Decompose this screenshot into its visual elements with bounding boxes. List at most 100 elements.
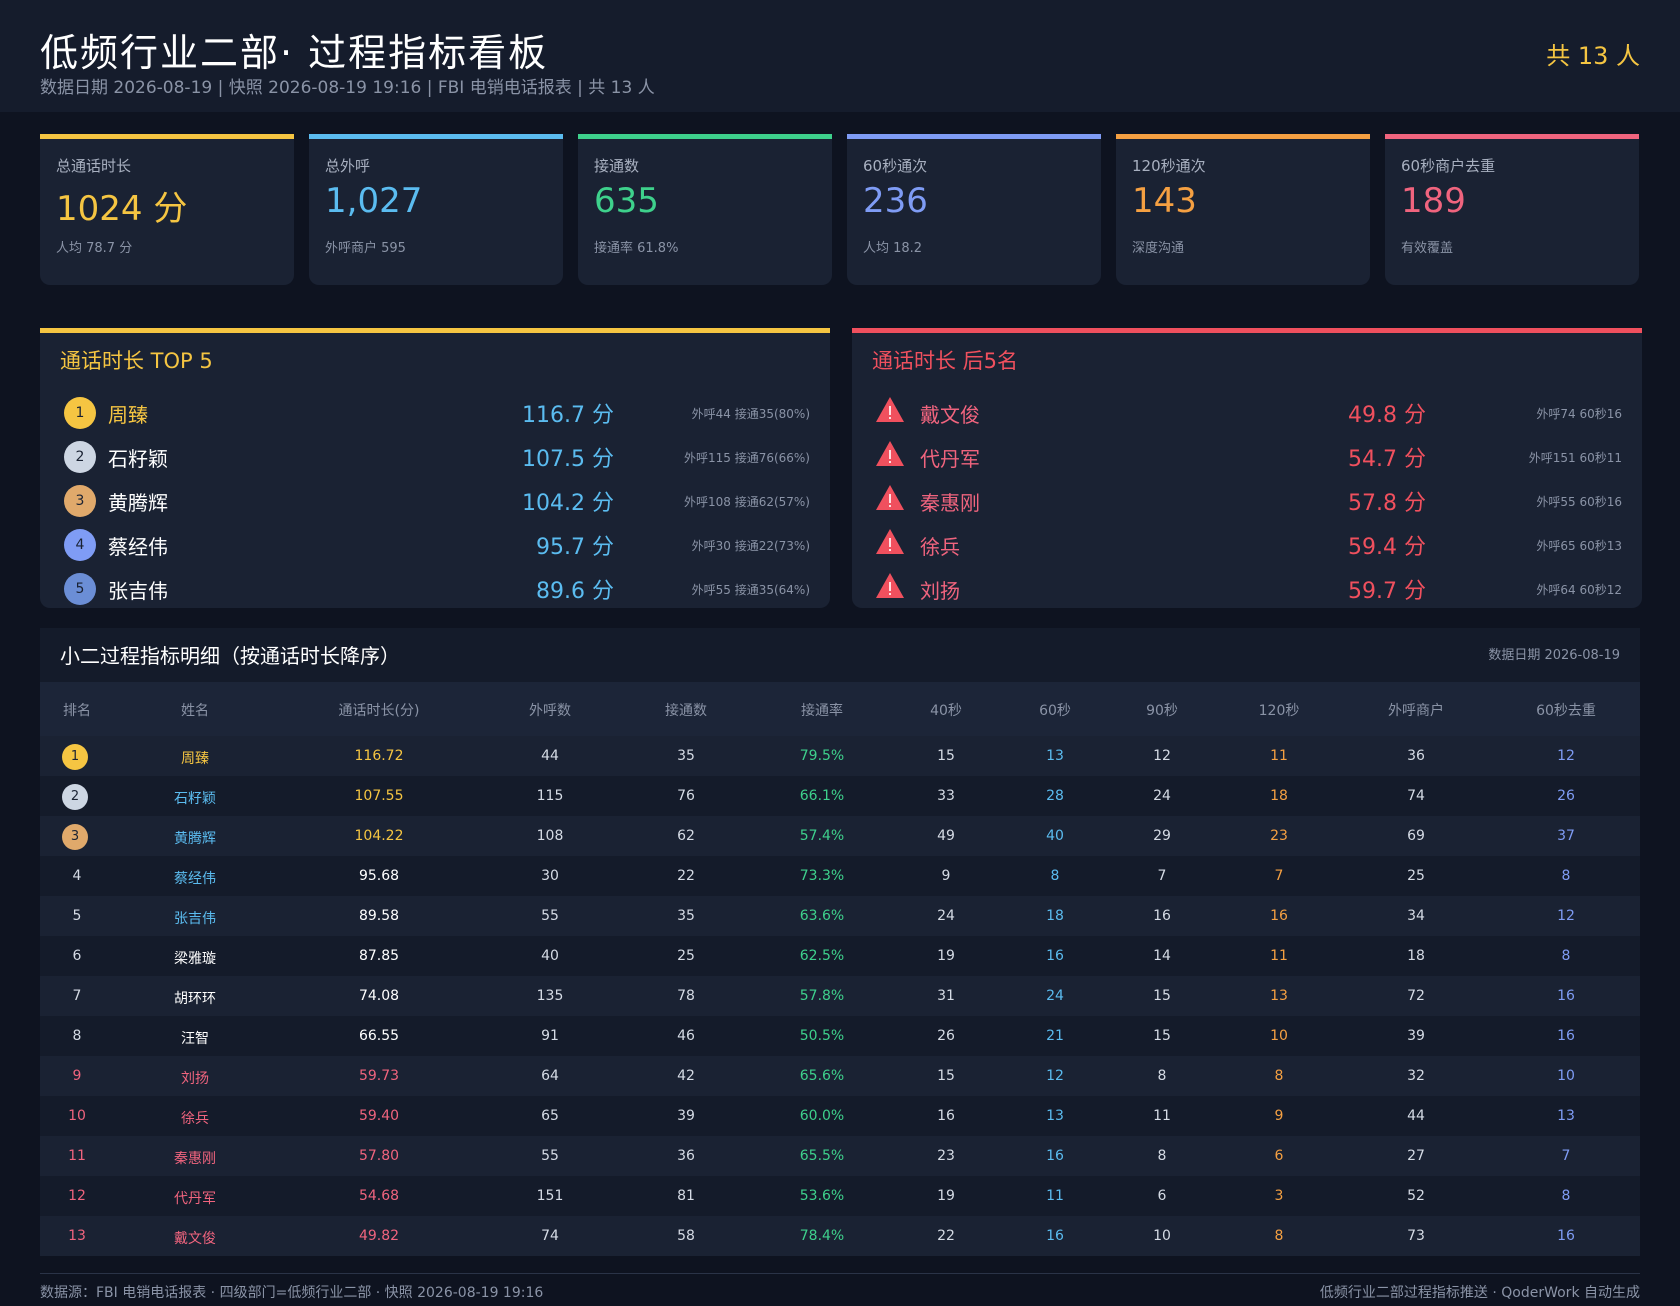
cell-rank: 4 [72,868,82,884]
cell-s120: 18 [1270,788,1288,804]
page-title: 低频行业二部· 过程指标看板 [40,31,549,75]
cell-rate: 50.5% [799,1028,845,1044]
top5-meta: 外呼44 接通35(80%) [691,407,810,421]
cell-s60: 24 [1046,988,1064,1004]
table-row: 9 刘扬 59.73 64 42 65.6% 15 12 8 8 32 10 [40,1056,1640,1096]
cell-s40: 23 [937,1148,955,1164]
top5-name: 张吉伟 [108,579,168,603]
cell-s40: 15 [937,748,955,764]
top5-meta: 外呼30 接通22(73%) [691,539,810,553]
cell-rate: 65.5% [799,1148,845,1164]
cell-merch: 69 [1407,828,1425,844]
bottom5-minutes: 54.7 分 [1348,447,1426,472]
top5-minutes: 107.5 分 [522,447,614,472]
cell-conn: 46 [677,1028,695,1044]
cell-mins: 87.85 [358,948,400,964]
header: 低频行业二部· 过程指标看板 数据日期 2026-08-19 | 快照 2026… [0,0,1680,112]
bottom5-panel: 通话时长 后5名 戴文俊 49.8 分 外呼74 60秒16 代丹军 54.7 分 外呼1… [852,328,1642,608]
kpi-value: 236 [863,181,928,221]
kpi-card: 总通话时长 1024 分人均 78.7 分 [40,134,294,285]
cell-rate: 60.0% [799,1108,845,1124]
kpi-card: 60秒商户去重 189 有效覆盖 [1385,134,1639,285]
table-row: 11 秦惠刚 57.80 55 36 65.5% 23 16 8 6 27 7 [40,1136,1640,1176]
cell-s40: 9 [941,868,951,884]
column-header: 90秒 [1146,703,1178,719]
cell-s40: 26 [937,1028,955,1044]
cell-s90: 15 [1153,1028,1171,1044]
top5-minutes: 95.7 分 [536,535,614,560]
cell-s40: 33 [937,788,955,804]
kpi-value: 635 [594,181,659,221]
cell-name: 黄腾辉 [174,831,216,847]
cell-conn: 36 [677,1148,695,1164]
top5-meta: 外呼108 接通62(57%) [683,495,810,509]
cell-dedup: 8 [1561,868,1571,884]
cell-s90: 8 [1157,1148,1167,1164]
cell-s120: 8 [1274,1068,1284,1084]
cell-name: 徐兵 [181,1111,209,1127]
top5-row: 4 蔡经伟 95.7 分 外呼30 接通22(73%) [40,525,830,565]
cell-calls: 30 [541,868,559,884]
column-header: 姓名 [181,703,209,719]
cell-merch: 34 [1407,908,1425,924]
cell-calls: 44 [541,748,559,764]
cell-merch: 32 [1407,1068,1425,1084]
kpi-note: 接通率 61.8% [594,241,679,256]
rank-medal-icon: 1 [62,744,88,770]
cell-s40: 15 [937,1068,955,1084]
bottom5-name: 代丹军 [920,447,980,471]
cell-name: 石籽颖 [174,791,216,807]
cell-s120: 23 [1270,828,1288,844]
cell-conn: 58 [677,1228,695,1244]
bottom5-name: 刘扬 [920,579,960,603]
page-subtitle: 数据日期 2026-08-19 | 快照 2026-08-19 19:16 | … [40,78,655,98]
cell-rank: 12 [68,1188,86,1204]
cell-mins: 66.55 [358,1028,400,1044]
cell-mins: 104.22 [354,828,404,844]
column-header: 接通率 [801,703,843,719]
cell-merch: 27 [1407,1148,1425,1164]
cell-s40: 31 [937,988,955,1004]
cell-s60: 28 [1046,788,1064,804]
table-row: 8 汪智 66.55 91 46 50.5% 26 21 15 10 39 16 [40,1016,1640,1056]
cell-s120: 3 [1274,1188,1284,1204]
cell-dedup: 16 [1557,988,1575,1004]
cell-merch: 52 [1407,1188,1425,1204]
cell-rate: 66.1% [799,788,845,804]
cell-mins: 107.55 [354,788,404,804]
cell-dedup: 10 [1557,1068,1575,1084]
column-header: 60秒 [1039,703,1071,719]
cell-calls: 135 [536,988,564,1004]
cell-name: 梁雅璇 [174,951,216,967]
cell-s40: 19 [937,948,955,964]
cell-dedup: 7 [1561,1148,1571,1164]
cell-dedup: 12 [1557,748,1575,764]
rank-medal-icon: 2 [62,784,88,810]
cell-s60: 18 [1046,908,1064,924]
top5-minutes: 116.7 分 [522,403,614,428]
table-row: 2 石籽颖 107.55 115 76 66.1% 33 28 24 18 74 26 [40,776,1640,816]
rank-medal-icon: 1 [64,397,96,429]
cell-dedup: 8 [1561,1188,1571,1204]
cell-s90: 29 [1153,828,1171,844]
bottom5-meta: 外呼55 60秒16 [1536,495,1622,509]
cell-calls: 151 [536,1188,564,1204]
cell-s120: 11 [1270,948,1288,964]
cell-conn: 22 [677,868,695,884]
kpi-label: 接通数 [594,157,640,175]
cell-s90: 6 [1157,1188,1167,1204]
bottom5-row: 刘扬 59.7 分 外呼64 60秒12 [852,569,1642,609]
cell-dedup: 16 [1557,1028,1575,1044]
bottom5-name: 秦惠刚 [920,491,980,515]
cell-rate: 73.3% [799,868,845,884]
cell-merch: 39 [1407,1028,1425,1044]
cell-rank: 10 [68,1108,86,1124]
top5-minutes: 89.6 分 [536,579,614,604]
cell-mins: 74.08 [358,988,400,1004]
cell-calls: 65 [541,1108,559,1124]
cell-merch: 25 [1407,868,1425,884]
bottom5-meta: 外呼151 60秒11 [1528,451,1622,465]
table-row: 4 蔡经伟 95.68 30 22 73.3% 9 8 7 7 25 8 [40,856,1640,896]
kpi-value: 189 [1401,181,1466,221]
rank-medal-icon: 3 [64,485,96,517]
